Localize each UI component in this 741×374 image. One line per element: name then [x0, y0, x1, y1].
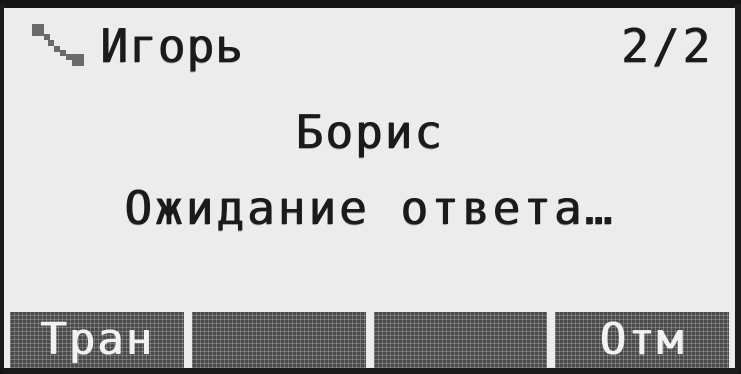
callee-name: Борис: [295, 105, 444, 159]
call-counter: 2/2: [620, 19, 713, 73]
softkey-bar: Тран Отм: [10, 312, 729, 368]
softkey-2-button[interactable]: [191, 312, 366, 368]
phone-lcd-screen: Игорь 2/2 Борис Ожидание ответа… Тран От…: [0, 0, 741, 374]
caller-name: Игорь: [100, 19, 244, 73]
softkey-label: Отм: [599, 314, 685, 365]
softkey-3-button[interactable]: [373, 312, 548, 368]
phone-handset-icon: [32, 24, 84, 66]
status-header: Игорь 2/2: [18, 14, 721, 78]
call-status: Ожидание ответа…: [123, 181, 616, 235]
softkey-label: Тран: [39, 314, 154, 365]
softkey-transfer-button[interactable]: Тран: [10, 312, 184, 368]
softkey-cancel-button[interactable]: Отм: [555, 312, 729, 368]
